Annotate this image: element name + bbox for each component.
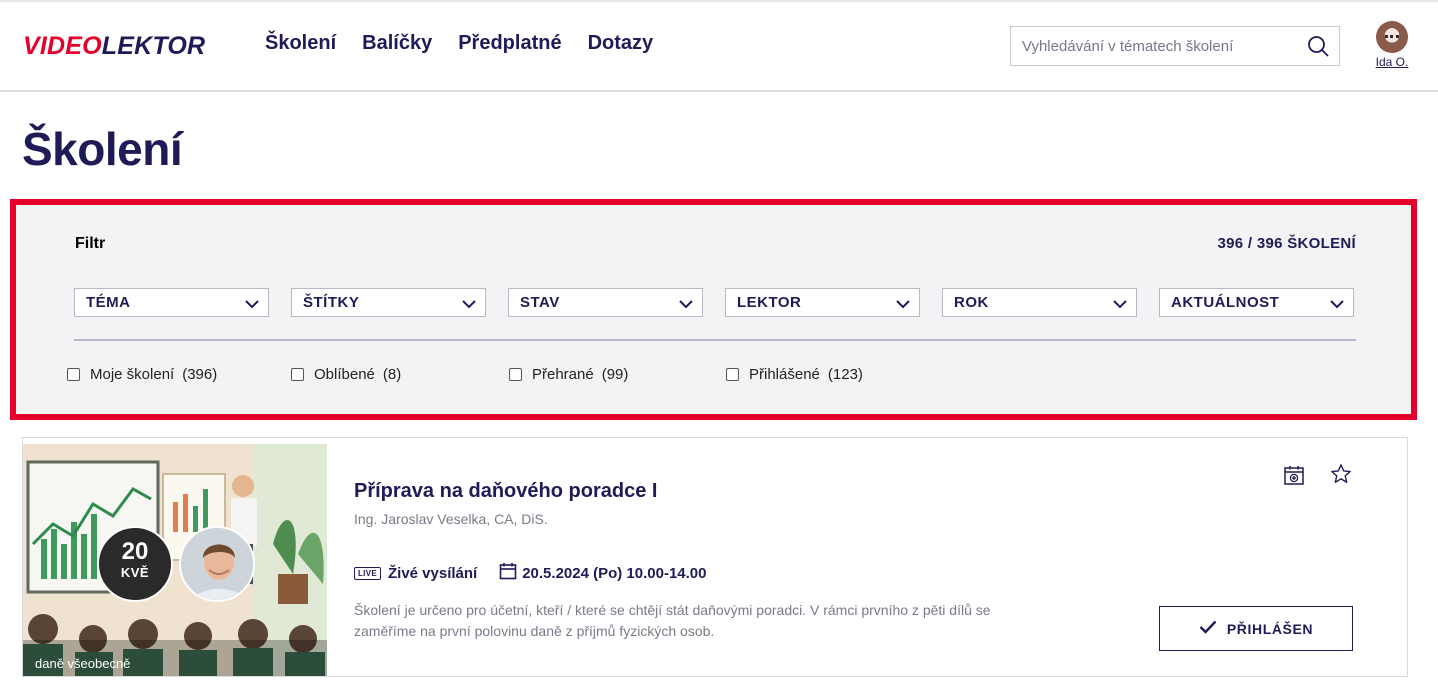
registered-button[interactable]: PŘIHLÁŠEN [1159,606,1353,651]
registered-button-label: PŘIHLÁŠEN [1226,620,1314,637]
search-box [1010,26,1340,66]
calendar-icon [499,562,517,584]
result-count: 396 / 396 ŠKOLENÍ [1217,235,1356,252]
dropdown-label: LEKTOR [737,294,802,311]
card-actions [1282,463,1352,492]
chevron-down-icon [1330,296,1344,314]
star-icon[interactable] [1330,463,1352,492]
dropdown-lektor[interactable]: LEKTOR [725,288,920,317]
logo-part-lektor: LEKTOR [101,32,206,60]
date-month: KVĚ [120,565,150,580]
chevron-down-icon [245,296,259,314]
dropdown-label: ROK [954,294,989,311]
dropdown-stitky[interactable]: ŠTÍTKY [291,288,486,317]
checkbox-prihlasene[interactable]: Přihlášené (123) [726,366,863,383]
check-icon [1199,620,1217,637]
checkbox[interactable] [509,368,522,381]
search-input[interactable] [1011,27,1291,65]
lector-photo [179,526,255,602]
chevron-down-icon [679,296,693,314]
dropdown-label: ŠTÍTKY [303,294,360,311]
dropdown-aktualnost[interactable]: AKTUÁLNOST [1159,288,1354,317]
checkbox-label: Přehrané [532,366,594,383]
checkbox[interactable] [726,368,739,381]
checkbox-label: Moje školení [90,366,175,383]
nav-item-balicky[interactable]: Balíčky [362,32,432,55]
course-card[interactable]: 20 KVĚ daně všeobecně Příprava na daňové… [22,437,1408,677]
checkbox-count: (123) [827,366,863,383]
dropdown-label: STAV [520,294,560,311]
checkbox-moje-skoleni[interactable]: Moje školení (396) [67,366,217,383]
logo[interactable]: VIDEOLEKTOR [23,32,205,61]
checkbox-count: (8) [382,366,402,383]
dropdown-rok[interactable]: ROK [942,288,1137,317]
topic-tag[interactable]: daně všeobecně [35,656,130,671]
course-meta: LIVE Živé vysílání 20.5.2024 (Po) 10.00-… [354,562,707,584]
search-icon[interactable] [1307,35,1329,62]
filter-title: Filtr [75,235,106,252]
dropdown-label: AKTUÁLNOST [1171,294,1280,311]
course-lector[interactable]: Ing. Jaroslav Veselka, CA, DiS. [354,511,548,527]
chevron-down-icon [896,296,910,314]
dropdown-tema[interactable]: TÉMA [74,288,269,317]
live-label: Živé vysílání [387,564,478,582]
checkbox[interactable] [291,368,304,381]
live-icon: LIVE [354,566,381,580]
nav-item-skoleni[interactable]: Školení [265,32,336,55]
filter-divider [74,339,1356,341]
user-menu[interactable]: Ida O. [1374,21,1410,69]
checkbox[interactable] [67,368,80,381]
checkbox-prehrane[interactable]: Přehrané (99) [509,366,628,383]
date-day: 20 [121,538,149,565]
course-thumbnail[interactable]: 20 KVĚ daně všeobecně [23,444,327,676]
site-header: VIDEOLEKTOR Školení Balíčky Předplatné D… [0,0,1438,92]
checkbox-oblibene[interactable]: Oblíbené (8) [291,366,401,383]
avatar[interactable] [1376,21,1408,53]
checkbox-count: (99) [601,366,629,383]
course-datetime: 20.5.2024 (Po) 10.00-14.00 [522,564,707,582]
date-badge: 20 KVĚ [97,526,173,602]
dropdown-label: TÉMA [86,294,131,311]
page-title: Školení [22,123,183,175]
course-description: Školení je určeno pro účetní, kteří / kt… [354,602,991,639]
user-name-link[interactable]: Ida O. [1374,55,1410,69]
nav-item-dotazy[interactable]: Dotazy [588,32,654,55]
nav-item-predplatne[interactable]: Předplatné [458,32,561,55]
chevron-down-icon [462,296,476,314]
checkbox-count: (396) [182,366,218,383]
course-title[interactable]: Příprava na daňového poradce I [354,480,657,503]
filter-dropdowns: TÉMA ŠTÍTKY STAV LEKTOR ROK AKTUÁLNOST [74,288,1354,317]
dropdown-stav[interactable]: STAV [508,288,703,317]
classroom-illustration [23,444,327,676]
checkbox-label: Přihlášené [749,366,820,383]
main-nav: Školení Balíčky Předplatné Dotazy [265,32,653,55]
add-to-calendar-icon[interactable] [1282,463,1306,492]
logo-part-video: VIDEO [23,32,102,60]
filter-panel: Filtr 396 / 396 ŠKOLENÍ TÉMA ŠTÍTKY STAV… [10,199,1417,420]
chevron-down-icon [1113,296,1127,314]
checkbox-label: Oblíbené [314,366,375,383]
